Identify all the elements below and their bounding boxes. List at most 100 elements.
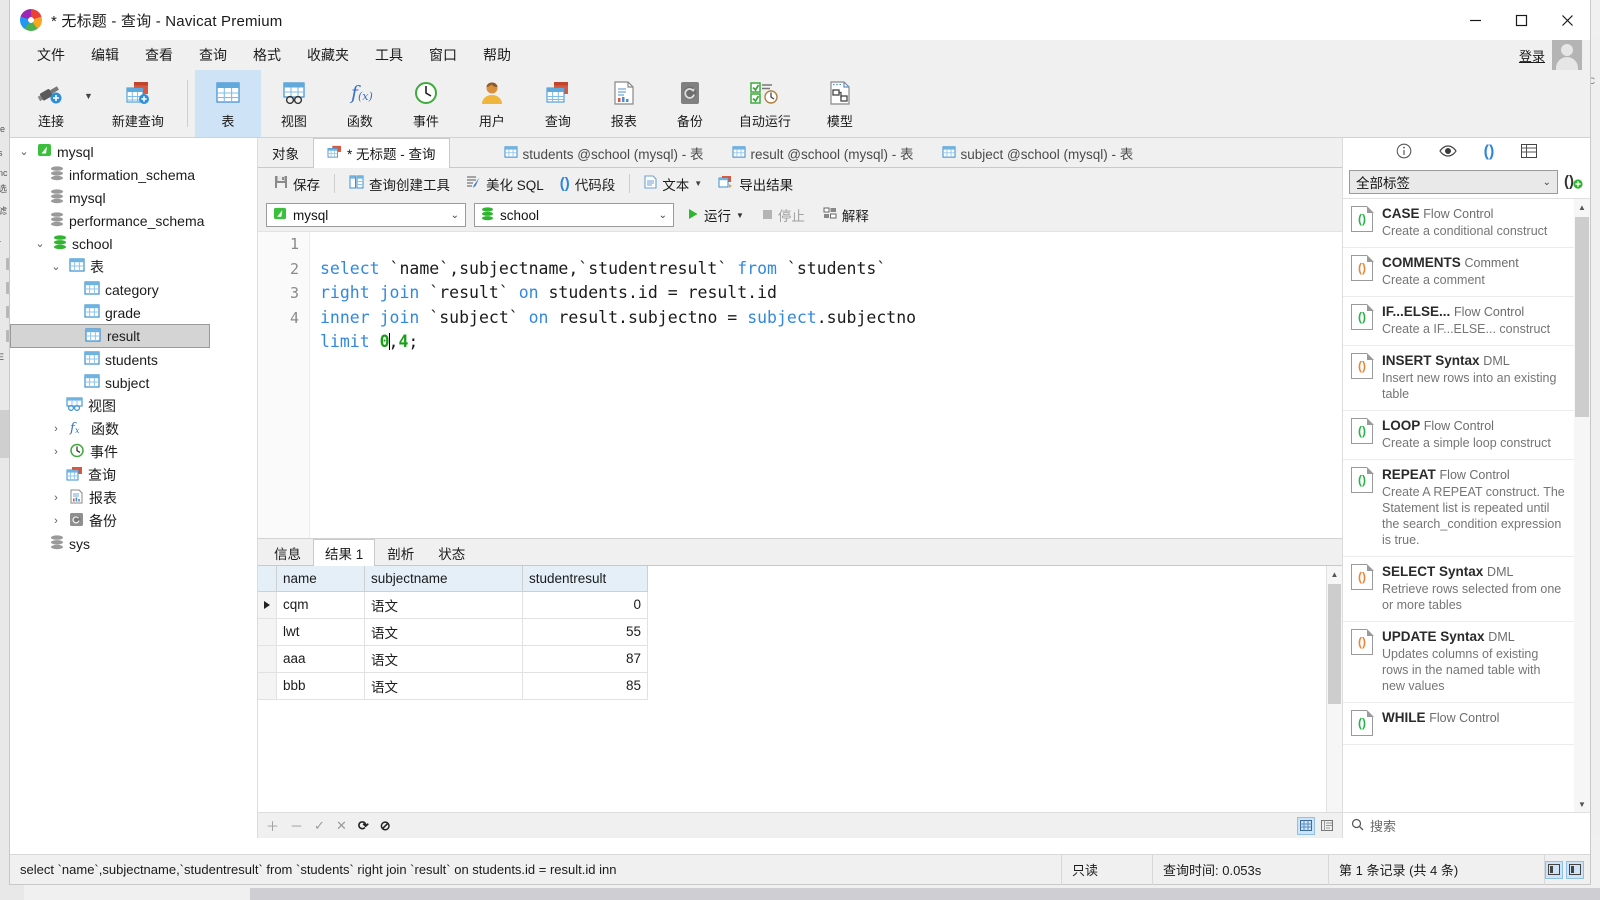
tree-node-mysql-connection[interactable]: ⌄ mysql bbox=[10, 140, 257, 163]
scroll-down-icon[interactable]: ▼ bbox=[1574, 796, 1590, 812]
remove-row-icon[interactable]: － bbox=[290, 816, 303, 835]
cell-studentresult[interactable]: 85 bbox=[522, 672, 648, 700]
ribbon-new-query[interactable]: 新建查询 bbox=[96, 70, 180, 137]
snippet-item-comments[interactable]: () COMMENTS Comment Create a comment bbox=[1343, 248, 1574, 297]
ribbon-table[interactable]: 表 bbox=[194, 70, 261, 137]
tree-node-grade[interactable]: grade bbox=[10, 301, 257, 324]
snippet-search-row[interactable]: 搜索 bbox=[1343, 812, 1590, 838]
snippet-item-while[interactable]: () WHILE Flow Control bbox=[1343, 703, 1574, 745]
ribbon-query[interactable]: 查询 bbox=[525, 70, 591, 137]
result-tab-info[interactable]: 信息 bbox=[262, 539, 313, 565]
column-header-studentresult[interactable]: studentresult bbox=[522, 566, 648, 592]
toggle-right-panel-icon[interactable] bbox=[1566, 860, 1584, 879]
save-button[interactable]: 保存 bbox=[266, 171, 328, 197]
menu-favorites[interactable]: 收藏夹 bbox=[294, 42, 362, 68]
chevron-down-icon[interactable]: ⌄ bbox=[48, 260, 64, 273]
structure-icon[interactable] bbox=[1521, 143, 1538, 161]
menu-edit[interactable]: 编辑 bbox=[78, 42, 132, 68]
tree-node-views[interactable]: 视图 bbox=[10, 394, 257, 417]
chevron-right-icon[interactable]: › bbox=[48, 515, 64, 527]
snippet-item-case[interactable]: () CASE Flow Control Create a conditiona… bbox=[1343, 199, 1574, 248]
tab-subject-table[interactable]: subject @school (mysql) - 表 bbox=[927, 138, 1148, 167]
info-icon[interactable] bbox=[1396, 143, 1412, 162]
ribbon-view[interactable]: 视图 bbox=[261, 70, 327, 137]
minimize-button[interactable] bbox=[1452, 0, 1498, 40]
stop-icon[interactable]: ⊘ bbox=[380, 818, 391, 834]
tab-objects[interactable]: 对象 bbox=[258, 138, 313, 167]
tree-node-tables-folder[interactable]: ⌄ 表 bbox=[10, 255, 257, 278]
result-tab-result-1[interactable]: 结果 1 bbox=[313, 539, 376, 566]
column-header-name[interactable]: name bbox=[276, 566, 365, 592]
chevron-down-icon[interactable]: ▼ bbox=[694, 179, 702, 188]
menu-help[interactable]: 帮助 bbox=[470, 42, 524, 68]
menu-view[interactable]: 查看 bbox=[132, 42, 186, 68]
cell-subjectname[interactable]: 语文 bbox=[364, 672, 523, 700]
beautify-sql-button[interactable]: 美化 SQL bbox=[458, 171, 552, 197]
explain-button[interactable]: 解释 bbox=[818, 202, 874, 228]
result-grid-scrollbar[interactable]: ▲ bbox=[1326, 566, 1342, 812]
sql-code[interactable]: select `name`,subjectname,`studentresult… bbox=[320, 232, 1342, 538]
cancel-icon[interactable]: ✕ bbox=[336, 818, 347, 834]
sql-editor[interactable]: 1 2 3 4 select `name`,subjectname,`stude… bbox=[258, 231, 1342, 538]
table-row[interactable]: lwt 语文 55 bbox=[258, 618, 648, 646]
tree-node-reports[interactable]: › 报表 bbox=[10, 486, 257, 509]
snippet-item-loop[interactable]: () LOOP Flow Control Create a simple loo… bbox=[1343, 411, 1574, 460]
tree-node-functions[interactable]: › fx 函数 bbox=[10, 417, 257, 440]
chevron-down-icon[interactable]: ⌄ bbox=[659, 210, 667, 221]
tree-node-school[interactable]: ⌄ school bbox=[10, 232, 257, 255]
tree-node-result[interactable]: result bbox=[10, 324, 210, 348]
cell-studentresult[interactable]: 55 bbox=[522, 618, 648, 646]
cell-studentresult[interactable]: 0 bbox=[522, 591, 648, 619]
maximize-button[interactable] bbox=[1498, 0, 1544, 40]
run-button[interactable]: 运行 ▼ bbox=[682, 202, 749, 228]
grid-view-icon[interactable] bbox=[1297, 816, 1315, 835]
tree-node-students[interactable]: students bbox=[10, 348, 257, 371]
scroll-up-icon[interactable]: ▲ bbox=[1574, 199, 1590, 215]
chevron-right-icon[interactable]: › bbox=[48, 446, 64, 458]
snippets-icon[interactable]: () bbox=[1484, 143, 1495, 161]
column-header-subjectname[interactable]: subjectname bbox=[364, 566, 523, 592]
tag-filter-select[interactable]: 全部标签 ⌄ bbox=[1349, 170, 1558, 194]
avatar[interactable] bbox=[1552, 40, 1582, 70]
ribbon-function[interactable]: f (x) 函数 bbox=[327, 70, 393, 137]
refresh-icon[interactable]: ⟳ bbox=[358, 818, 369, 834]
cell-subjectname[interactable]: 语文 bbox=[364, 591, 523, 619]
chevron-down-icon[interactable]: ⌄ bbox=[16, 145, 32, 158]
add-snippet-icon[interactable]: () bbox=[1564, 172, 1584, 193]
snippet-button[interactable]: () 代码段 bbox=[552, 171, 624, 197]
toggle-left-panel-icon[interactable] bbox=[1545, 860, 1563, 879]
cell-studentresult[interactable]: 87 bbox=[522, 645, 648, 673]
database-select[interactable]: school ⌄ bbox=[474, 203, 674, 227]
menu-query[interactable]: 查询 bbox=[186, 42, 240, 68]
tree-node-subject[interactable]: subject bbox=[10, 371, 257, 394]
tree-node-performance-schema[interactable]: performance_schema bbox=[10, 209, 257, 232]
tab-students-table[interactable]: students @school (mysql) - 表 bbox=[489, 138, 718, 167]
export-result-button[interactable]: 导出结果 bbox=[710, 171, 801, 197]
text-button[interactable]: 文本 ▼ bbox=[636, 171, 710, 197]
apply-icon[interactable]: ✓ bbox=[314, 818, 325, 834]
snippet-item-insert-syntax[interactable]: () INSERT Syntax DML Insert new rows int… bbox=[1343, 346, 1574, 411]
chevron-down-icon[interactable]: ⌄ bbox=[451, 210, 459, 221]
tree-node-backups[interactable]: › 备份 bbox=[10, 509, 257, 532]
login-link[interactable]: 登录 bbox=[1519, 46, 1545, 65]
snippet-item-if-else[interactable]: () IF...ELSE... Flow Control Create a IF… bbox=[1343, 297, 1574, 346]
ribbon-user[interactable]: 用户 bbox=[459, 70, 525, 137]
chevron-right-icon[interactable]: › bbox=[48, 492, 64, 504]
cell-name[interactable]: lwt bbox=[276, 618, 365, 646]
result-tab-profile[interactable]: 剖析 bbox=[375, 539, 427, 565]
chevron-right-icon[interactable]: › bbox=[48, 423, 64, 435]
menu-window[interactable]: 窗口 bbox=[416, 42, 470, 68]
cell-subjectname[interactable]: 语文 bbox=[364, 618, 523, 646]
connection-select[interactable]: mysql ⌄ bbox=[266, 203, 466, 227]
ribbon-automation[interactable]: 自动运行 bbox=[723, 70, 807, 137]
tab-result-table[interactable]: result @school (mysql) - 表 bbox=[717, 138, 928, 167]
scroll-up-icon[interactable]: ▲ bbox=[1327, 566, 1342, 582]
table-row[interactable]: cqm 语文 0 bbox=[258, 591, 648, 619]
ribbon-model[interactable]: 模型 bbox=[807, 70, 873, 137]
tree-node-information-schema[interactable]: information_schema bbox=[10, 163, 257, 186]
cell-name[interactable]: bbb bbox=[276, 672, 365, 700]
add-row-icon[interactable]: ＋ bbox=[266, 816, 279, 835]
cell-name[interactable]: aaa bbox=[276, 645, 365, 673]
tree-node-events[interactable]: › 事件 bbox=[10, 440, 257, 463]
ribbon-event[interactable]: 事件 bbox=[393, 70, 459, 137]
